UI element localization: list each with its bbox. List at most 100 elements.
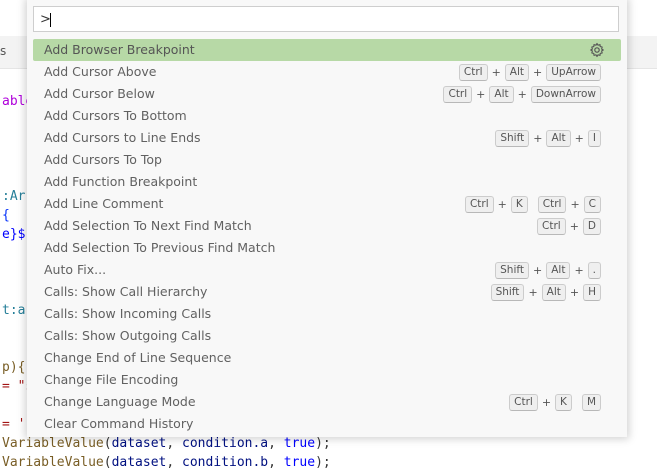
command-item[interactable]: Add Browser Breakpoint	[33, 39, 621, 61]
code-line: {	[2, 207, 10, 225]
command-item[interactable]: Add Cursor Above Ctrl + Alt + UpArrow	[33, 61, 621, 83]
command-item-label: Add Cursor Below	[44, 86, 155, 101]
key-cap: H	[583, 283, 601, 301]
tab-label-fragment[interactable]: s	[0, 44, 6, 58]
command-item[interactable]: Change Language Mode Ctrl + K M	[33, 391, 621, 413]
command-item[interactable]: Calls: Show Call Hierarchy Shift + Alt + H	[33, 281, 621, 303]
code-token: ,	[268, 455, 284, 470]
command-item[interactable]: Add Selection To Next Find Match Ctrl + D	[33, 215, 621, 237]
code-token: VariableValue	[2, 455, 104, 470]
command-item-label: Change File Encoding	[44, 372, 179, 387]
key-plus-separator: +	[476, 87, 486, 101]
command-item[interactable]: Add Cursors To Top	[33, 149, 621, 171]
keybinding: Ctrl + D	[537, 217, 601, 235]
key-cap: I	[587, 129, 601, 147]
code-line: VariableValue(dataset, condition.a, true…	[2, 435, 331, 453]
command-item[interactable]: Calls: Show Incoming Calls	[33, 303, 621, 325]
key-cap: C	[583, 195, 601, 213]
key-cap: Alt	[504, 63, 530, 81]
command-item[interactable]: Change File Encoding	[33, 369, 621, 391]
key-plus-separator: +	[569, 219, 579, 233]
keybinding: Ctrl + K M	[509, 393, 601, 411]
code-token: dataset	[111, 436, 167, 451]
key-cap: Alt	[541, 283, 566, 301]
keybinding: Shift + Alt + I	[495, 129, 601, 147]
code-token: ,	[166, 436, 183, 451]
command-item-label: Add Line Comment	[44, 196, 164, 211]
key-plus-separator: +	[491, 65, 501, 79]
command-item[interactable]: Add Selection To Previous Find Match	[33, 237, 621, 259]
command-item-label: Calls: Show Call Hierarchy	[44, 284, 208, 299]
key-cap: M	[581, 393, 601, 411]
code-token: ,	[166, 455, 183, 470]
code-token: condition.a	[182, 436, 269, 451]
command-item-label: Add Cursor Above	[44, 64, 157, 79]
keybinding: Ctrl + Alt + UpArrow	[458, 63, 601, 81]
key-cap: Ctrl	[537, 217, 566, 235]
command-item-label: Add Cursors to Line Ends	[44, 130, 201, 145]
key-plus-separator: +	[533, 131, 543, 145]
key-cap: Shift	[495, 261, 529, 279]
command-item-label: Auto Fix...	[44, 262, 107, 277]
key-cap: Alt	[489, 85, 514, 103]
key-cap: K	[510, 195, 528, 213]
command-item-label: Add Cursors To Bottom	[44, 108, 187, 123]
keybinding: Ctrl + K Ctrl + C	[464, 195, 601, 213]
key-cap: Shift	[490, 283, 525, 301]
command-item[interactable]: Add Cursor Below Ctrl + Alt + DownArrow	[33, 83, 621, 105]
keybinding: Ctrl + Alt + DownArrow	[443, 85, 601, 103]
code-token: condition.b	[182, 455, 269, 470]
command-item-label: Calls: Show Incoming Calls	[44, 306, 212, 321]
code-token: (	[103, 455, 112, 470]
text-caret	[50, 13, 51, 27]
command-item-label: Change Language Mode	[44, 394, 196, 409]
command-list: Add Browser Breakpoint Add Cursor Above Ct…	[33, 39, 621, 435]
command-item-label: Clear Command History	[44, 416, 194, 431]
command-palette-input[interactable]	[40, 10, 600, 28]
command-item[interactable]: Auto Fix... Shift + Alt +.	[33, 259, 621, 281]
command-palette-input-box[interactable]	[33, 6, 619, 32]
key-plus-separator: +	[570, 197, 580, 211]
key-cap: UpArrow	[546, 63, 601, 81]
key-plus-separator: +	[528, 285, 538, 299]
key-cap: Ctrl	[464, 195, 494, 213]
command-item[interactable]: Add Cursors to Line Ends Shift + Alt + I	[33, 127, 621, 149]
code-token: true	[283, 455, 316, 470]
key-plus-separator: +	[574, 263, 584, 277]
key-cap: .	[587, 261, 601, 279]
code-line: p){	[2, 359, 25, 377]
gear-icon[interactable]	[589, 42, 605, 58]
keybinding: Shift + Alt +.	[495, 261, 601, 279]
key-cap: Ctrl	[458, 63, 488, 81]
code-token: );	[315, 455, 331, 470]
key-plus-separator: +	[574, 131, 584, 145]
command-item-label: Add Selection To Previous Find Match	[44, 240, 276, 255]
key-cap: Ctrl	[509, 393, 538, 411]
key-plus-separator: +	[533, 263, 543, 277]
command-item[interactable]: Clear Command History	[33, 413, 621, 435]
command-item[interactable]: Add Cursors To Bottom	[33, 105, 621, 127]
key-cap: Ctrl	[537, 195, 567, 213]
command-item-label: Calls: Show Outgoing Calls	[44, 328, 212, 343]
code-token: {	[2, 208, 10, 223]
code-token: );	[315, 436, 331, 451]
command-item[interactable]: Add Line Comment Ctrl + K Ctrl + C	[33, 193, 621, 215]
code-token: dataset	[111, 455, 167, 470]
code-token: ,	[268, 436, 284, 451]
key-plus-separator: +	[497, 197, 507, 211]
command-item[interactable]: Change End of Line Sequence	[33, 347, 621, 369]
key-plus-separator: +	[517, 87, 527, 101]
key-cap: Ctrl	[443, 85, 473, 103]
key-cap: Alt	[546, 129, 571, 147]
command-palette: Add Browser Breakpoint Add Cursor Above Ct…	[27, 0, 627, 437]
command-item-label: Add Cursors To Top	[44, 152, 162, 167]
command-item[interactable]: Calls: Show Outgoing Calls	[33, 325, 621, 347]
command-item-label: Add Browser Breakpoint	[44, 42, 195, 57]
key-cap: K	[555, 393, 572, 411]
key-cap: D	[582, 217, 601, 235]
code-token: p){	[2, 360, 26, 375]
command-item[interactable]: Add Function Breakpoint	[33, 171, 621, 193]
key-cap: DownArrow	[530, 85, 601, 103]
key-cap: Alt	[546, 261, 571, 279]
command-item-label: Change End of Line Sequence	[44, 350, 232, 365]
